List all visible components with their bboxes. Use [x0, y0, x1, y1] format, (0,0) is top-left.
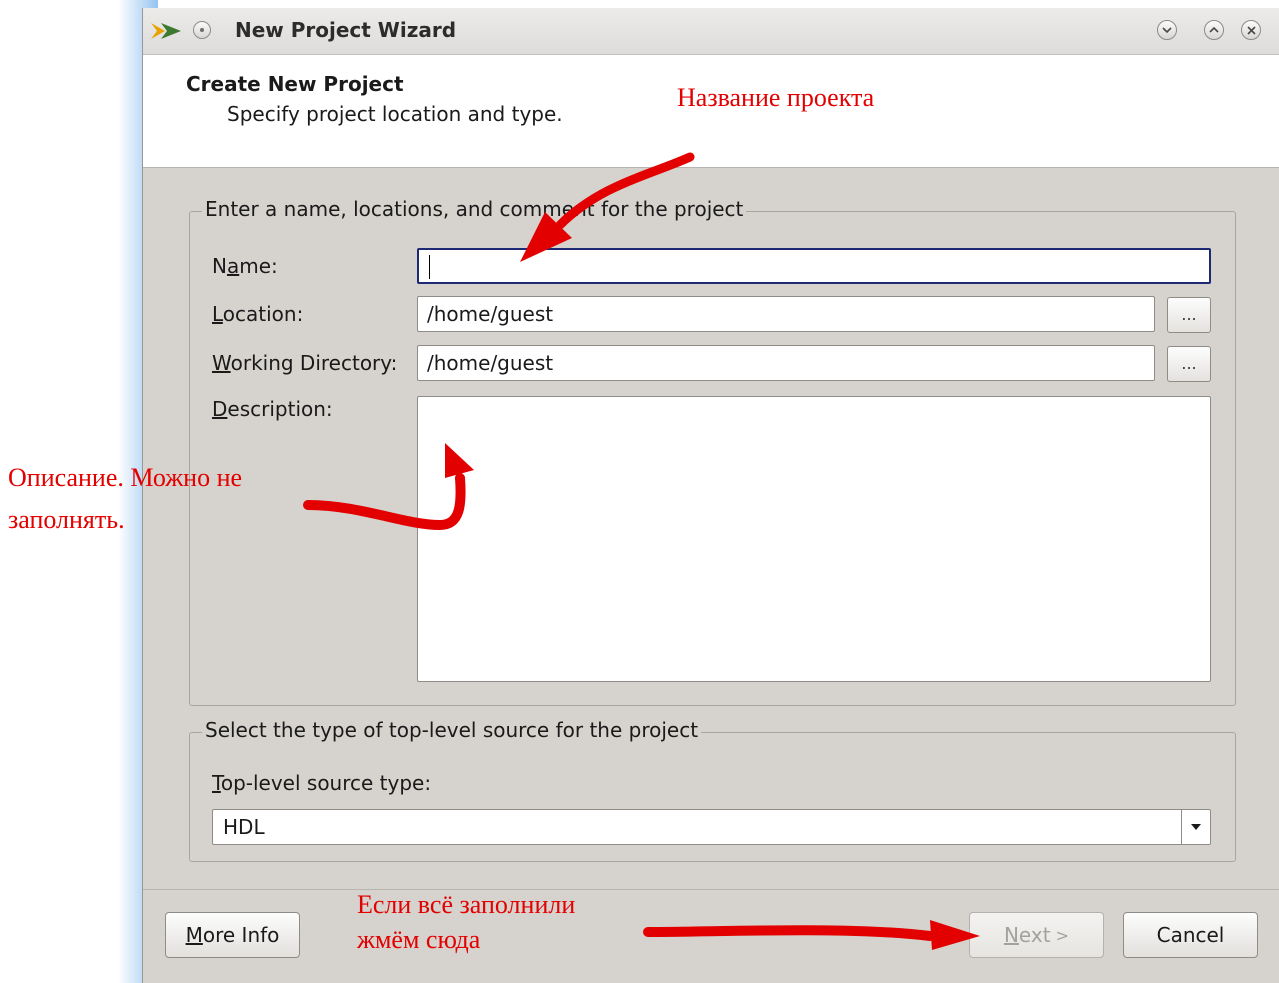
- next-arrowhead: [930, 920, 980, 950]
- name-annotation-text: Название проекта: [677, 83, 875, 112]
- description-annotation-line2: заполнять.: [8, 505, 125, 534]
- description-arrowhead: [445, 443, 474, 478]
- name-annotation-arrow: [555, 152, 695, 230]
- description-annotation-arrow: [303, 473, 466, 531]
- next-annotation-line2: жмём сюда: [357, 925, 481, 954]
- description-annotation-line1: Описание. Можно не: [8, 463, 243, 492]
- next-annotation-line1: Если всё заполнили: [357, 890, 576, 919]
- next-annotation-arrow: [643, 925, 935, 941]
